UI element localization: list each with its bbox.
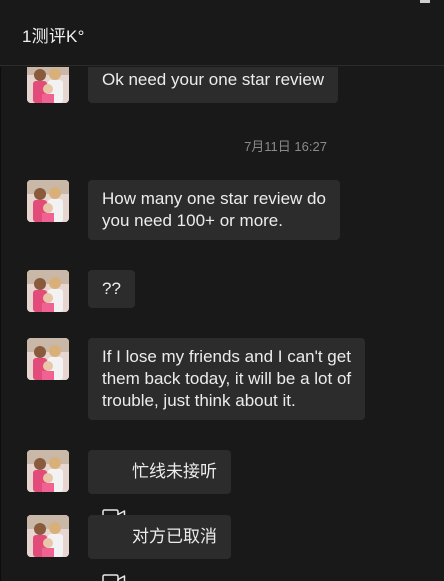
contact-avatar[interactable] <box>27 270 69 312</box>
video-call-icon <box>102 528 126 581</box>
call-record-bubble[interactable]: 对方已取消 <box>88 515 231 581</box>
message-bubble[interactable]: Ok need your one star review <box>88 67 339 103</box>
video-call-icon <box>102 463 126 523</box>
chat-header: 1测评K° <box>0 0 444 66</box>
message-timestamp: 7月11日 16:27 <box>244 139 327 154</box>
contact-avatar[interactable] <box>27 67 69 103</box>
chat-title: 1测评K° <box>22 27 85 46</box>
message-bubble[interactable]: How many one star review do you need 100… <box>88 180 340 240</box>
message-list[interactable]: Ok need your one star review 7月11日 16:27… <box>0 67 444 581</box>
contact-avatar[interactable] <box>27 180 69 222</box>
call-record-bubble[interactable]: 忙线未接听 <box>88 450 231 523</box>
contact-avatar[interactable] <box>27 338 69 380</box>
message-bubble[interactable]: If I lose my friends and I can't get the… <box>88 338 366 420</box>
message-bubble[interactable]: ?? <box>88 270 135 308</box>
call-status-text: 忙线未接听 <box>132 462 217 481</box>
contact-avatar[interactable] <box>27 450 69 492</box>
call-status-text: 对方已取消 <box>132 527 217 546</box>
contact-avatar[interactable] <box>27 515 69 557</box>
